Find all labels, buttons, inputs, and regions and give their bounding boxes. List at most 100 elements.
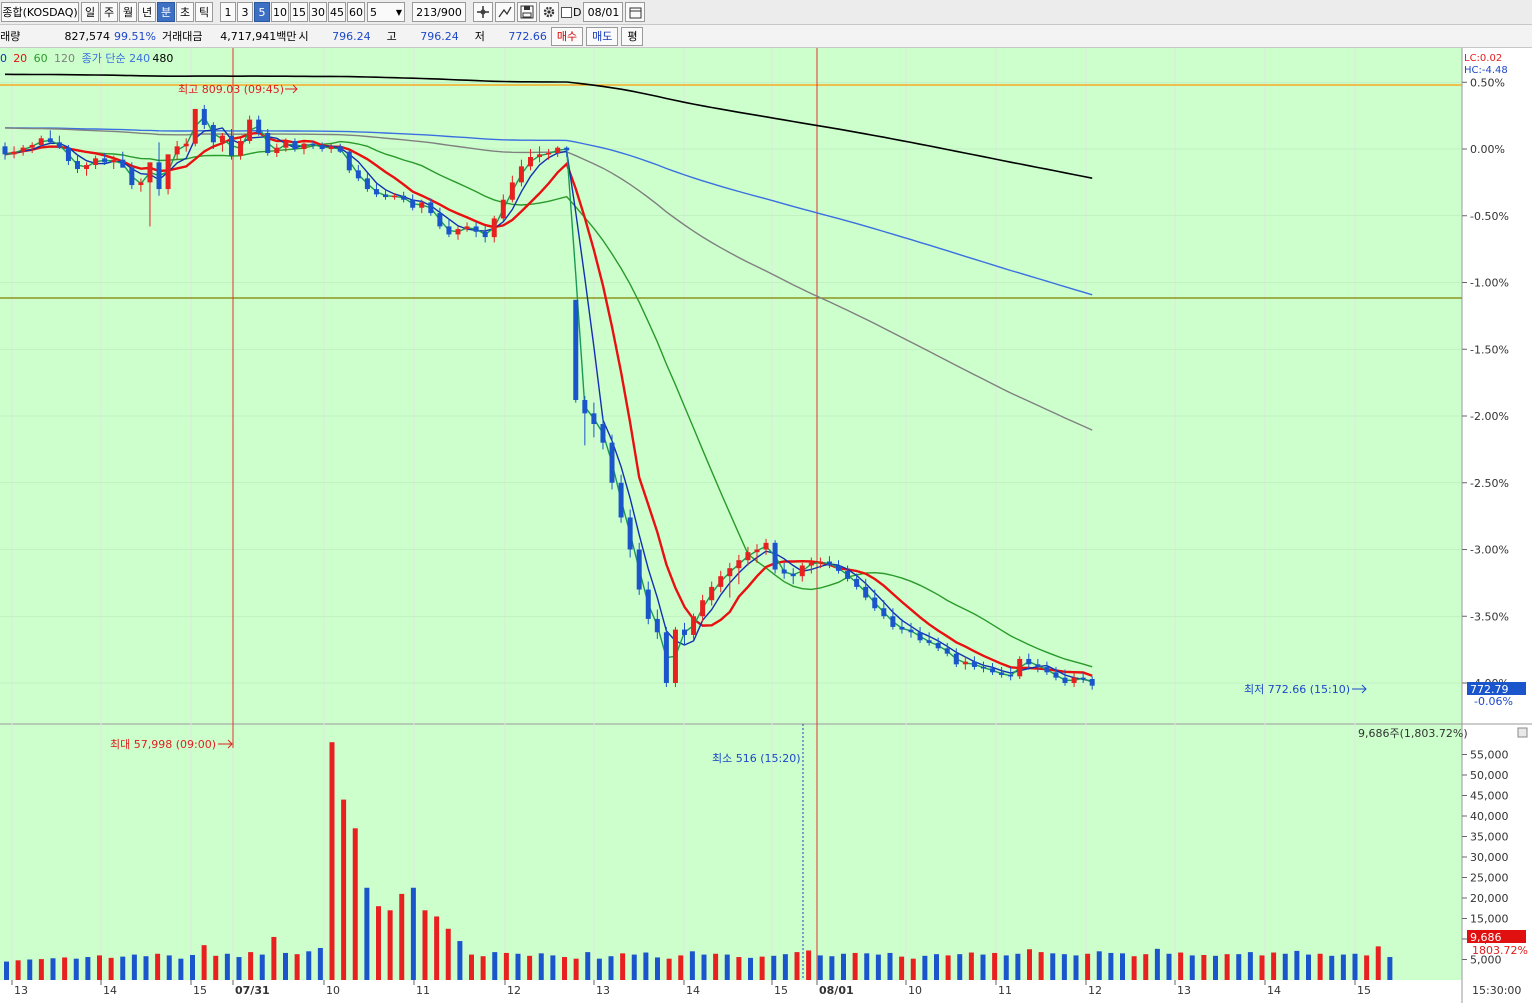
volume-bar — [980, 954, 986, 980]
candle-body — [718, 576, 724, 587]
price-tick-label: 0.50% — [1470, 76, 1505, 89]
volume-tick-label: 25,000 — [1470, 872, 1509, 885]
period-button-5[interactable]: 초 — [176, 2, 194, 22]
candle-body — [482, 231, 488, 238]
low-label: 저 — [474, 30, 485, 43]
price-tick-label: -1.50% — [1470, 343, 1509, 356]
period-button-0[interactable]: 일 — [81, 2, 99, 22]
open-price: 796.24 — [332, 29, 371, 43]
candle-body — [1080, 677, 1086, 680]
draw-line-tool-icon[interactable] — [495, 2, 515, 22]
volume-bar — [782, 954, 788, 980]
volume-bar — [469, 954, 474, 980]
time-tick-label: 10 — [908, 984, 922, 997]
volume-bar — [852, 952, 858, 980]
candle-body — [736, 560, 742, 569]
interval-buttons: 1 3 5 10 15 30 45 60 — [220, 2, 365, 22]
candle-body — [147, 162, 153, 183]
price-tick-label: -2.50% — [1470, 477, 1509, 490]
volume-bar — [236, 957, 242, 980]
volume-bar — [829, 956, 835, 980]
volume-bar — [887, 952, 893, 980]
period-button-4[interactable]: 분 — [157, 2, 175, 22]
volume-bar — [736, 957, 742, 980]
interval-button-15[interactable]: 15 — [290, 2, 308, 22]
volume-bar — [817, 955, 823, 980]
candle-body — [573, 299, 579, 400]
candle-body — [609, 442, 615, 483]
bar-count-field[interactable]: 213/900 — [412, 2, 466, 22]
time-tick-label: 12 — [507, 984, 521, 997]
volume-tag: 9,686 — [1470, 931, 1502, 944]
volume-bar — [143, 956, 149, 980]
legend-item-5: 480 — [152, 52, 173, 65]
candle-body — [256, 119, 262, 133]
candle-body — [38, 138, 44, 145]
candle-body — [183, 143, 189, 147]
candle-body — [337, 146, 343, 152]
volume-bar — [178, 958, 184, 980]
interval-button-60[interactable]: 60 — [347, 2, 365, 22]
candle-body — [745, 552, 751, 561]
candle-body — [1044, 666, 1050, 673]
volume-bar — [73, 958, 79, 980]
time-tick-label: 13 — [14, 984, 28, 997]
price-tick-label: -2.00% — [1470, 410, 1509, 423]
period-button-1[interactable]: 주 — [100, 2, 118, 22]
volume-bar — [515, 953, 521, 980]
crosshair-tool-icon[interactable] — [473, 2, 493, 22]
legend-item-2: 60 — [34, 52, 48, 65]
candle-body — [1062, 677, 1068, 683]
candle-body — [935, 642, 941, 649]
volume-bar — [538, 953, 544, 980]
eval-button[interactable]: 평 — [621, 26, 644, 46]
volume-pane-menu-icon[interactable] — [1517, 727, 1528, 738]
candle-body — [1089, 678, 1095, 686]
interval-button-10[interactable]: 10 — [271, 2, 289, 22]
date-checkbox-label: D — [573, 5, 582, 19]
candle-body — [509, 182, 515, 200]
period-button-2[interactable]: 월 — [119, 2, 137, 22]
volume-bar — [387, 910, 393, 980]
chart-area[interactable]: 0.50% 0.00% -0.50% -1.00% -1.50% -2.00% -2.50%… — [0, 48, 1532, 1003]
time-tick-label: 08/01 — [819, 984, 854, 997]
volume-tick-label: 20,000 — [1470, 892, 1509, 905]
volume-bar — [1003, 955, 1009, 980]
volume-tick-label: 35,000 — [1470, 831, 1509, 844]
candle-body — [102, 158, 108, 163]
volume-bar — [166, 955, 172, 980]
volume-bar — [1108, 952, 1114, 980]
symbol-selector[interactable]: 종합(KOSDAQ) — [1, 2, 79, 22]
buy-button[interactable]: 매수 — [550, 26, 584, 46]
candle-body — [836, 565, 842, 571]
date-checkbox[interactable] — [561, 6, 572, 18]
candle-body — [600, 424, 606, 443]
interval-input[interactable]: 5 ▼ — [367, 2, 405, 22]
settings-gear-icon[interactable] — [539, 2, 559, 22]
period-buttons: 일주월년분초틱 — [81, 2, 213, 22]
save-icon[interactable] — [517, 2, 537, 22]
interval-button-30[interactable]: 30 — [309, 2, 327, 22]
candle-body — [817, 561, 823, 564]
dropdown-arrow-icon[interactable]: ▼ — [396, 8, 402, 17]
low-price: 772.66 — [508, 29, 547, 43]
date-field[interactable]: 08/01 — [583, 2, 624, 22]
interval-button-3[interactable]: 3 — [237, 2, 253, 22]
interval-button-45[interactable]: 45 — [328, 2, 346, 22]
candle-body — [908, 629, 914, 633]
period-button-6[interactable]: 틱 — [195, 2, 213, 22]
calendar-icon[interactable] — [625, 2, 646, 22]
volume-bar — [1247, 952, 1253, 980]
candle-body — [346, 151, 352, 171]
interval-button-1[interactable]: 1 — [220, 2, 236, 22]
candle-body — [355, 170, 361, 179]
period-button-3[interactable]: 년 — [138, 2, 156, 22]
volume-bar — [1201, 954, 1207, 980]
sell-button[interactable]: 매도 — [586, 26, 619, 46]
time-tick-label: 13 — [1177, 984, 1191, 997]
candle-body — [808, 562, 814, 566]
date-checkbox-group: D — [561, 6, 581, 19]
volume-bar — [410, 887, 416, 980]
volume-tag-percent: 1803.72% — [1472, 944, 1528, 957]
interval-button-5[interactable]: 5 — [254, 2, 270, 22]
